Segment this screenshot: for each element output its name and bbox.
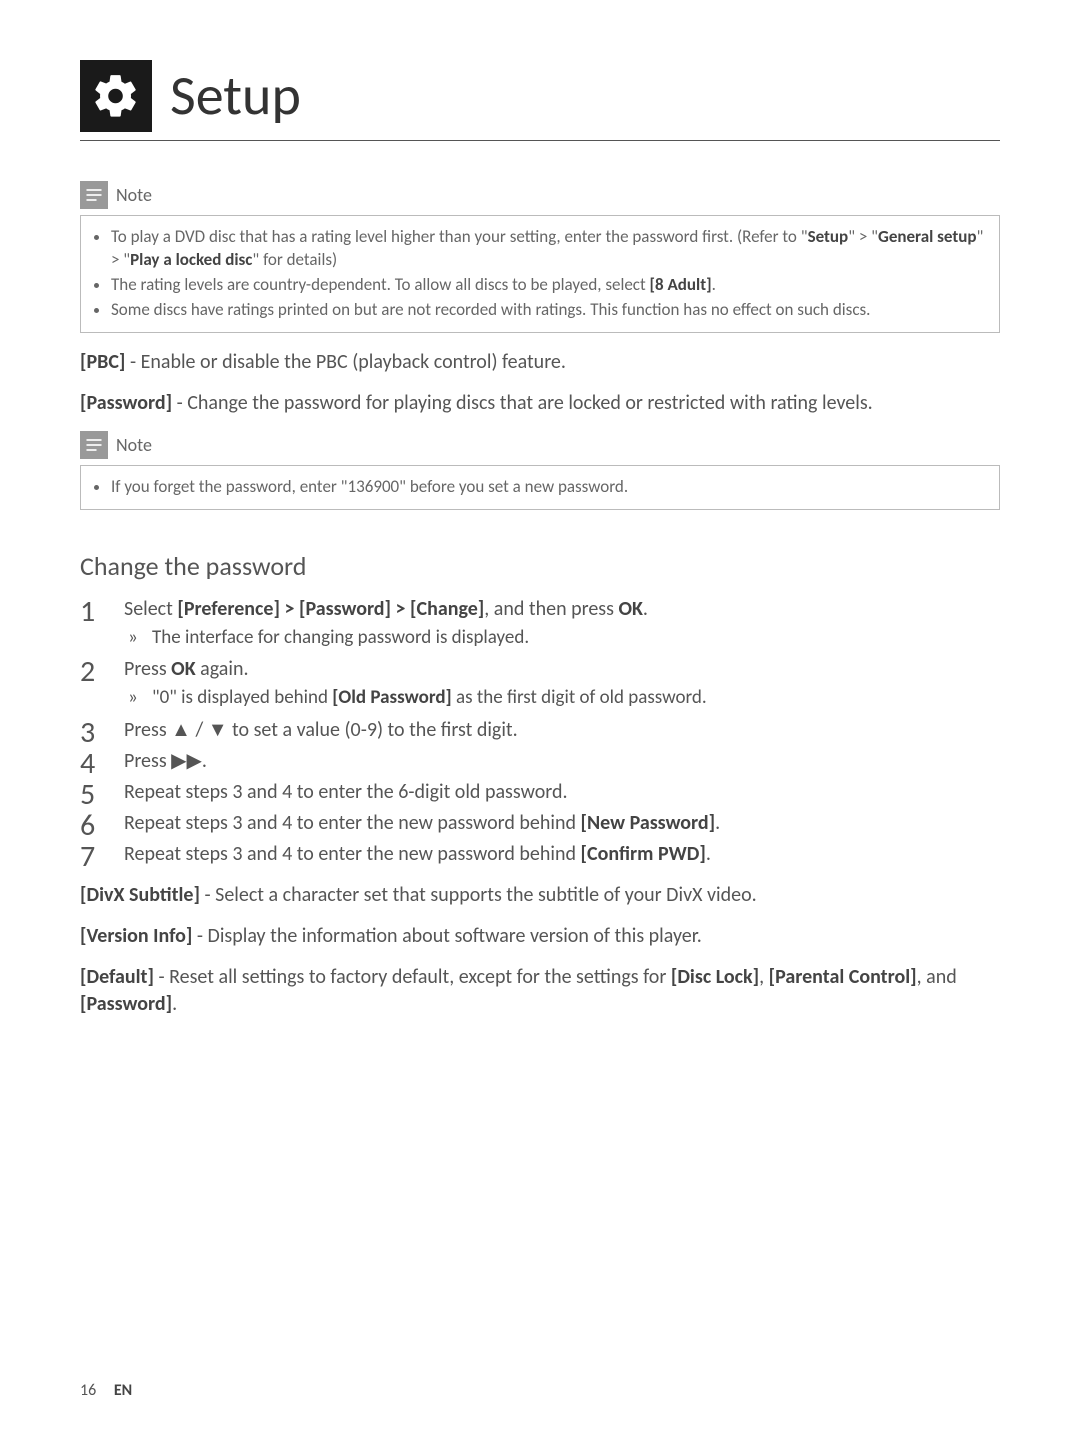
note-label: Note bbox=[116, 434, 152, 456]
step-item: Press ▲ / ▼ to set a value (0-9) to the … bbox=[80, 717, 1000, 744]
step-item: Press OK again. "0" is displayed behind … bbox=[80, 656, 1000, 711]
step-item: Repeat steps 3 and 4 to enter the 6-digi… bbox=[80, 779, 1000, 806]
step-item: Press ▶▶. bbox=[80, 748, 1000, 775]
divx-text: [DivX Subtitle] - Select a character set… bbox=[80, 882, 1000, 909]
page-title: Setup bbox=[170, 62, 301, 130]
substep: The interface for changing password is d… bbox=[124, 625, 1000, 651]
substep: "0" is displayed behind [Old Password] a… bbox=[124, 685, 1000, 711]
page-footer: 16 EN bbox=[80, 1381, 132, 1400]
section-heading: Change the password bbox=[80, 550, 1000, 582]
note-item: If you forget the password, enter "13690… bbox=[111, 476, 987, 499]
step-item: Repeat steps 3 and 4 to enter the new pa… bbox=[80, 810, 1000, 837]
page: Setup Note To play a DVD disc that has a… bbox=[0, 0, 1080, 1440]
step-text: Press ▶▶. bbox=[124, 749, 207, 773]
step-item: Select [Preference] > [Password] > [Chan… bbox=[80, 596, 1000, 651]
step-text: Repeat steps 3 and 4 to enter the new pa… bbox=[124, 811, 720, 835]
note-item: The rating levels are country-dependent.… bbox=[111, 274, 987, 297]
note-item: To play a DVD disc that has a rating lev… bbox=[111, 226, 987, 272]
note-head: Note bbox=[80, 431, 1000, 459]
page-language: EN bbox=[114, 1381, 132, 1400]
note-icon bbox=[80, 181, 108, 209]
note-label: Note bbox=[116, 184, 152, 206]
note-item: Some discs have ratings printed on but a… bbox=[111, 299, 987, 322]
page-number: 16 bbox=[80, 1381, 96, 1400]
header-divider bbox=[80, 140, 1000, 141]
step-text: Repeat steps 3 and 4 to enter the 6-digi… bbox=[124, 780, 568, 804]
step-text: Press ▲ / ▼ to set a value (0-9) to the … bbox=[124, 718, 518, 742]
steps-list: Select [Preference] > [Password] > [Chan… bbox=[80, 596, 1000, 868]
step-text: Press OK again. bbox=[124, 657, 249, 681]
page-header: Setup bbox=[80, 60, 1000, 132]
note-block-1: Note To play a DVD disc that has a ratin… bbox=[80, 181, 1000, 333]
note-block-2: Note If you forget the password, enter "… bbox=[80, 431, 1000, 510]
note-icon bbox=[80, 431, 108, 459]
note-head: Note bbox=[80, 181, 1000, 209]
step-text: Select [Preference] > [Password] > [Chan… bbox=[124, 597, 648, 621]
step-text: Repeat steps 3 and 4 to enter the new pa… bbox=[124, 842, 711, 866]
gear-icon bbox=[80, 60, 152, 132]
pbc-text: [PBC] - Enable or disable the PBC (playb… bbox=[80, 349, 1000, 376]
step-item: Repeat steps 3 and 4 to enter the new pa… bbox=[80, 841, 1000, 868]
note-body: If you forget the password, enter "13690… bbox=[80, 465, 1000, 510]
password-text: [Password] - Change the password for pla… bbox=[80, 390, 1000, 417]
note-body: To play a DVD disc that has a rating lev… bbox=[80, 215, 1000, 333]
default-text: [Default] - Reset all settings to factor… bbox=[80, 964, 1000, 1018]
version-text: [Version Info] - Display the information… bbox=[80, 923, 1000, 950]
